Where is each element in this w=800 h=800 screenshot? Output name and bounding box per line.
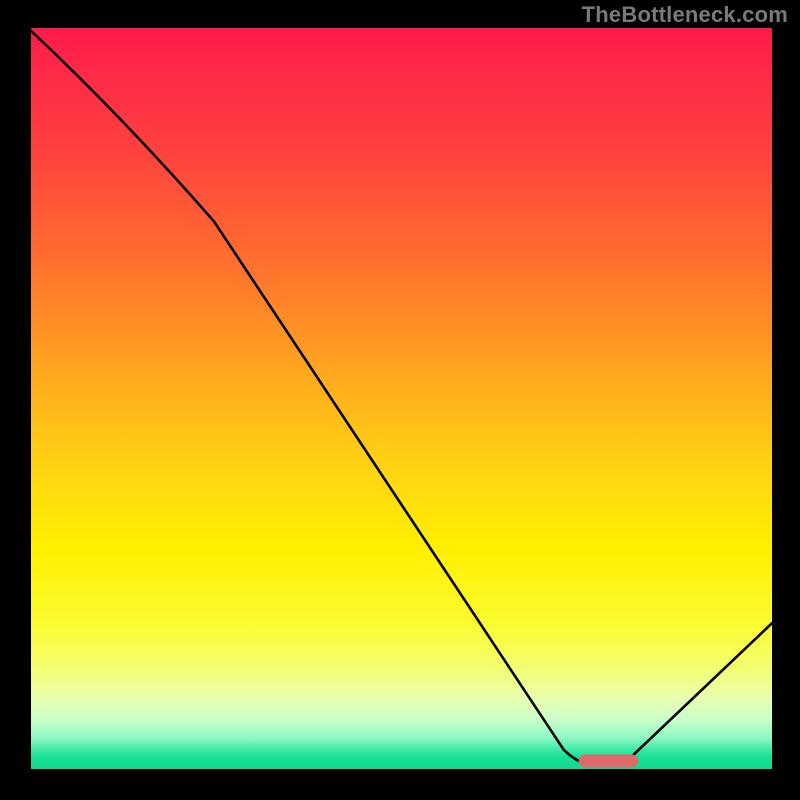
watermark-text: TheBottleneck.com bbox=[582, 2, 788, 28]
plot-axes-frame bbox=[28, 28, 772, 772]
chart-container: TheBottleneck.com bbox=[0, 0, 800, 800]
